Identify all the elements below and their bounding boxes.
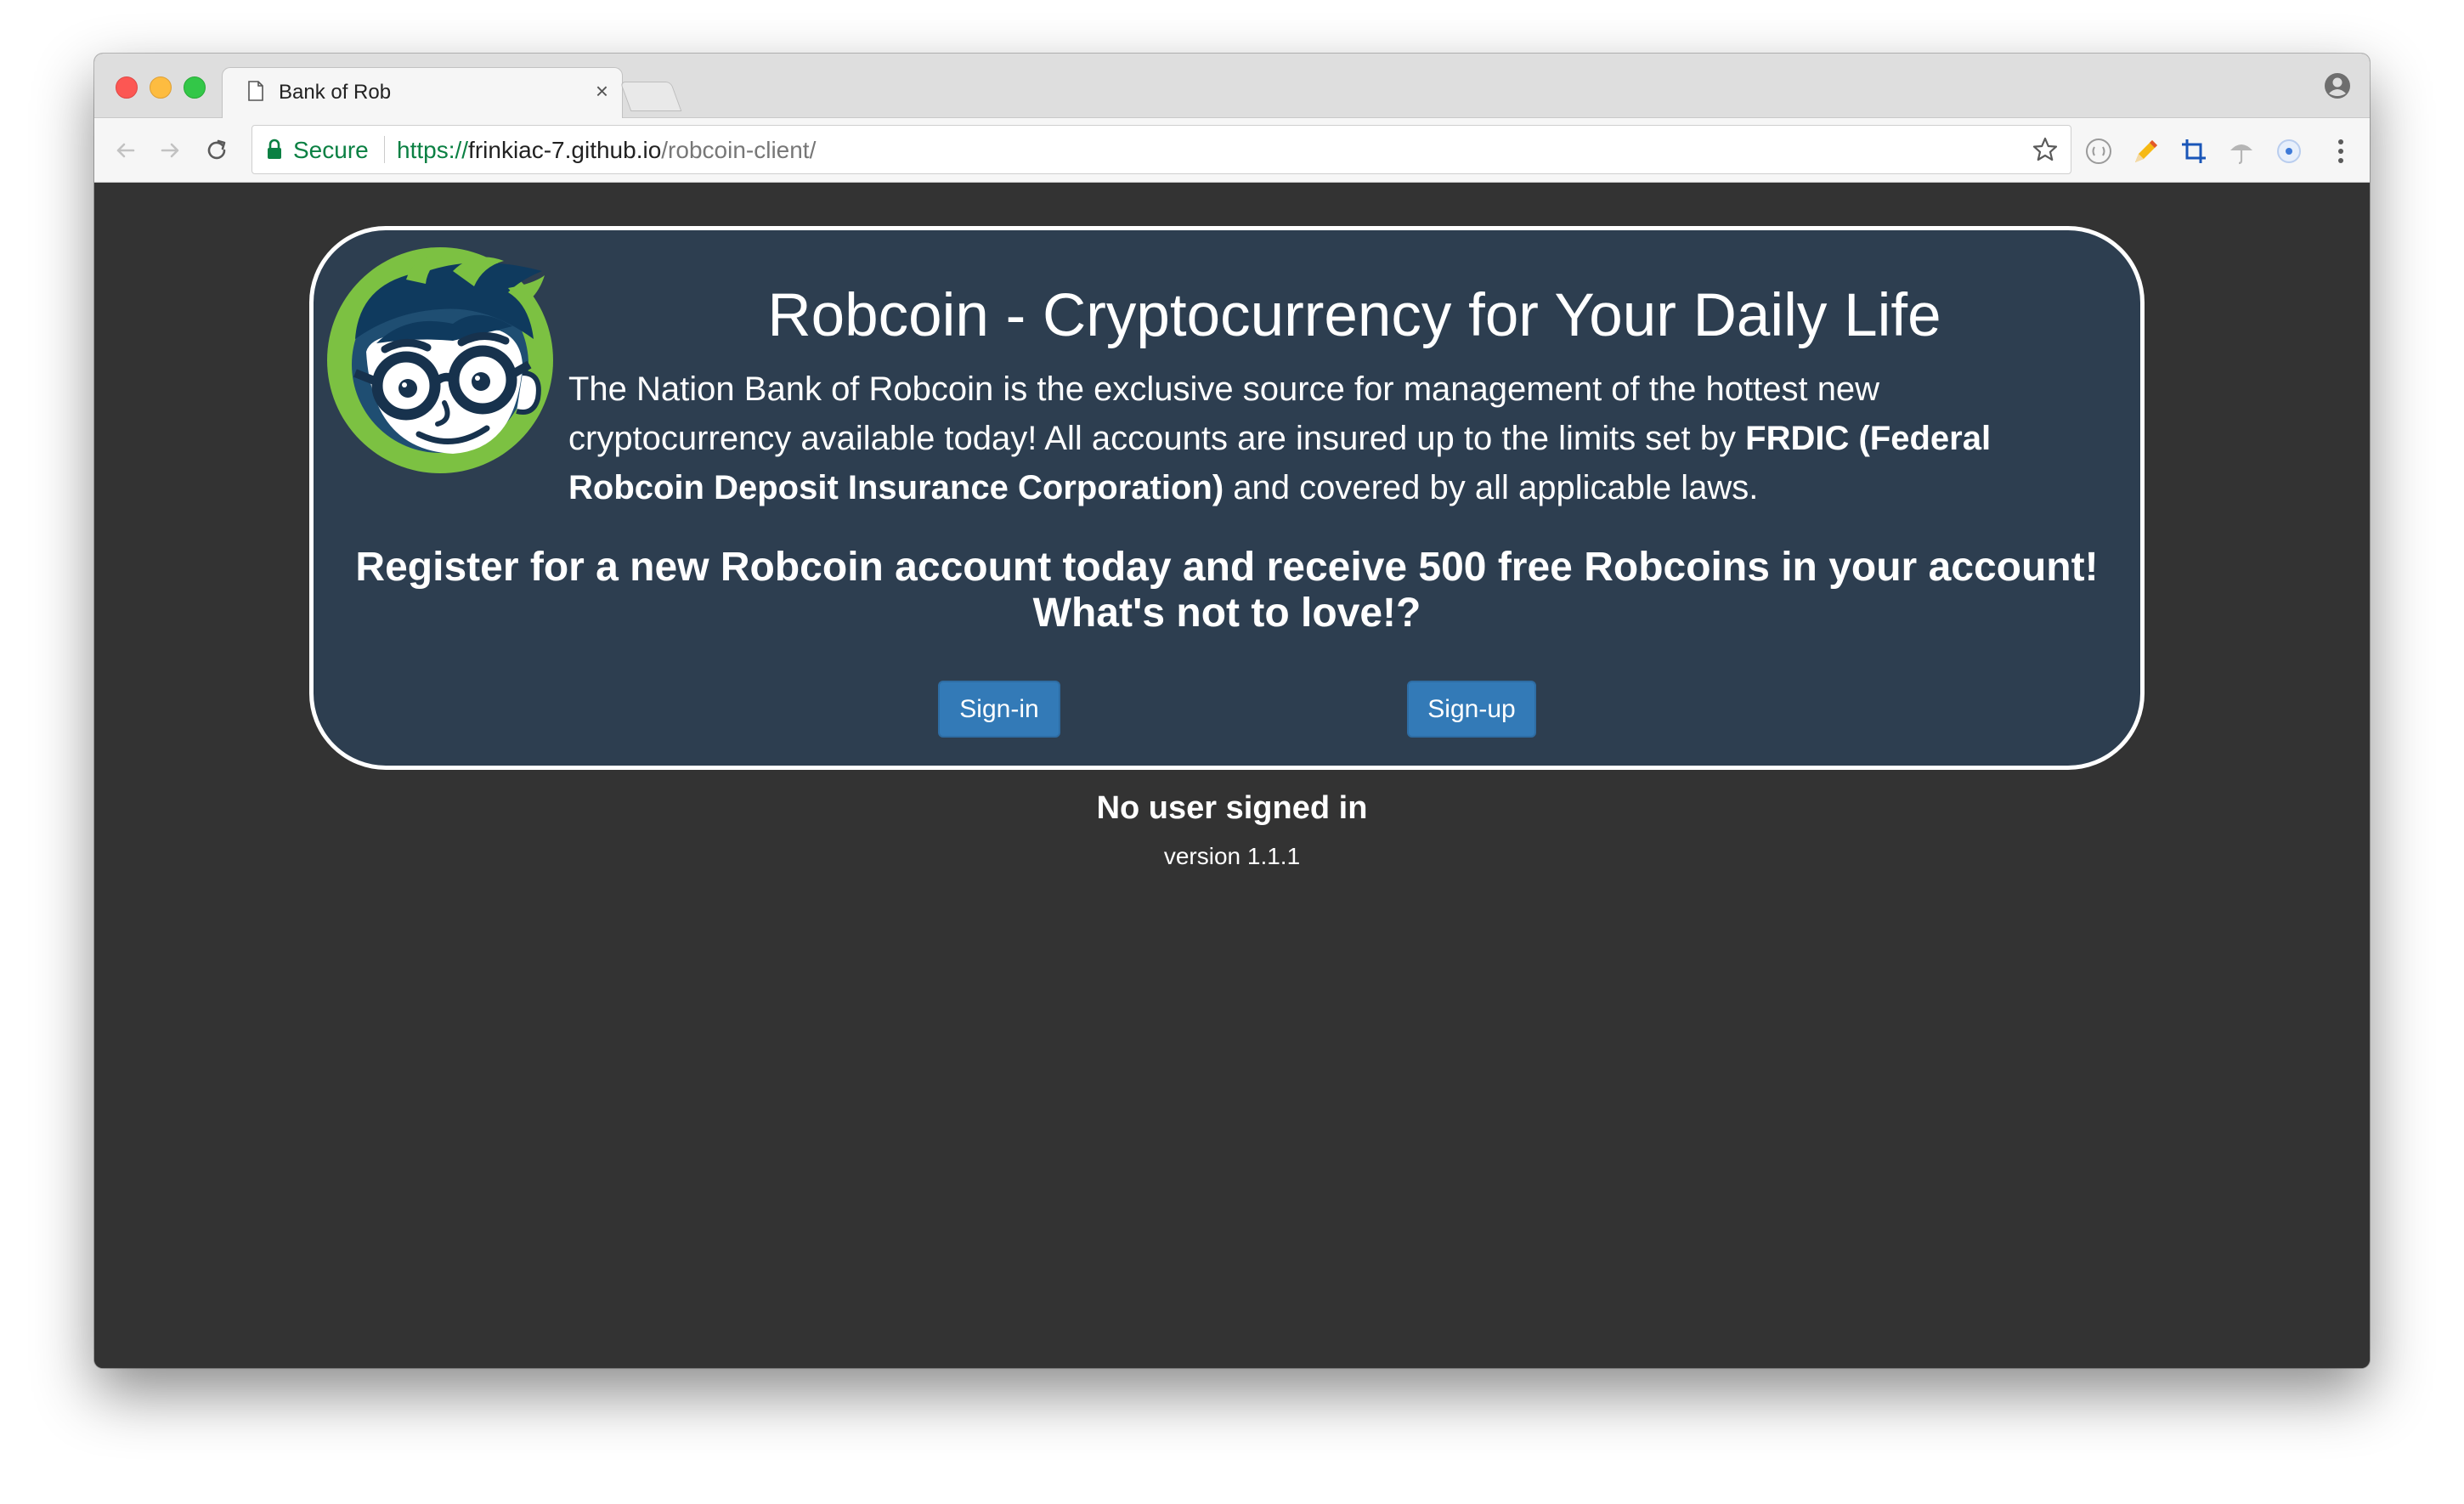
url-text[interactable]: https://frinkiac-7.github.io/robcoin-cli… bbox=[397, 137, 816, 164]
crop-icon[interactable] bbox=[2179, 137, 2208, 166]
intro-text: The Nation Bank of Robcoin is the exclus… bbox=[568, 370, 1880, 457]
address-bar[interactable]: Secure https://frinkiac-7.github.io/robc… bbox=[251, 125, 2071, 174]
maximize-window-button[interactable] bbox=[184, 76, 206, 99]
menu-icon[interactable] bbox=[2336, 137, 2346, 166]
lock-icon bbox=[268, 139, 281, 159]
circle-icon[interactable] bbox=[2275, 137, 2303, 166]
intro-paragraph: The Nation Bank of Robcoin is the exclus… bbox=[568, 365, 2081, 512]
url-separator bbox=[384, 136, 385, 163]
tab-title: Bank of Rob bbox=[279, 81, 392, 104]
profile-icon[interactable] bbox=[2324, 72, 2351, 99]
hero-panel: Robcoin - Cryptocurrency for Your Daily … bbox=[309, 226, 2145, 770]
tab-bank-of-rob[interactable]: Bank of Rob × bbox=[222, 67, 623, 119]
sign-up-button[interactable]: Sign-up bbox=[1407, 681, 1536, 738]
new-tab-button[interactable] bbox=[619, 82, 682, 111]
version-label: version 1.1.1 bbox=[1163, 843, 1301, 869]
page-viewport: Robcoin - Cryptocurrency for Your Daily … bbox=[94, 183, 2370, 1368]
robcoin-mascot-logo bbox=[327, 247, 553, 473]
intro-text-end: and covered by all applicable laws. bbox=[1224, 469, 1759, 506]
pencil-icon[interactable] bbox=[2132, 137, 2161, 166]
reload-icon[interactable] bbox=[203, 137, 230, 164]
signin-status: No user signed in bbox=[1096, 790, 1368, 826]
url-host: frinkiac-7.github.io bbox=[468, 137, 662, 163]
minimize-window-button[interactable] bbox=[150, 76, 172, 99]
star-icon[interactable] bbox=[2032, 136, 2059, 163]
browser-toolbar: Secure https://frinkiac-7.github.io/robc… bbox=[94, 118, 2370, 183]
url-scheme: https:// bbox=[397, 137, 469, 163]
sign-in-button[interactable]: Sign-in bbox=[938, 681, 1060, 738]
tab-strip: Bank of Rob × bbox=[94, 54, 2370, 119]
umbrella-icon[interactable] bbox=[2227, 137, 2256, 166]
back-icon[interactable] bbox=[111, 137, 138, 164]
callout-line-1: Register for a new Robcoin account today… bbox=[355, 545, 2099, 590]
registration-callout: Register for a new Robcoin account today… bbox=[331, 545, 2123, 636]
forward-icon[interactable] bbox=[157, 137, 184, 164]
page-icon bbox=[248, 81, 263, 101]
secure-label: Secure bbox=[293, 137, 369, 163]
callout-line-2: What's not to love!? bbox=[1032, 591, 1421, 636]
extension-icon[interactable] bbox=[2084, 137, 2113, 166]
page-title: Robcoin - Cryptocurrency for Your Daily … bbox=[767, 282, 1941, 349]
close-window-button[interactable] bbox=[116, 76, 138, 99]
browser-window: Bank of Rob × Secure https://frinkiac-7.… bbox=[94, 54, 2370, 1368]
tab-close-icon[interactable]: × bbox=[596, 80, 608, 102]
url-path: /robcoin-client/ bbox=[661, 137, 817, 163]
